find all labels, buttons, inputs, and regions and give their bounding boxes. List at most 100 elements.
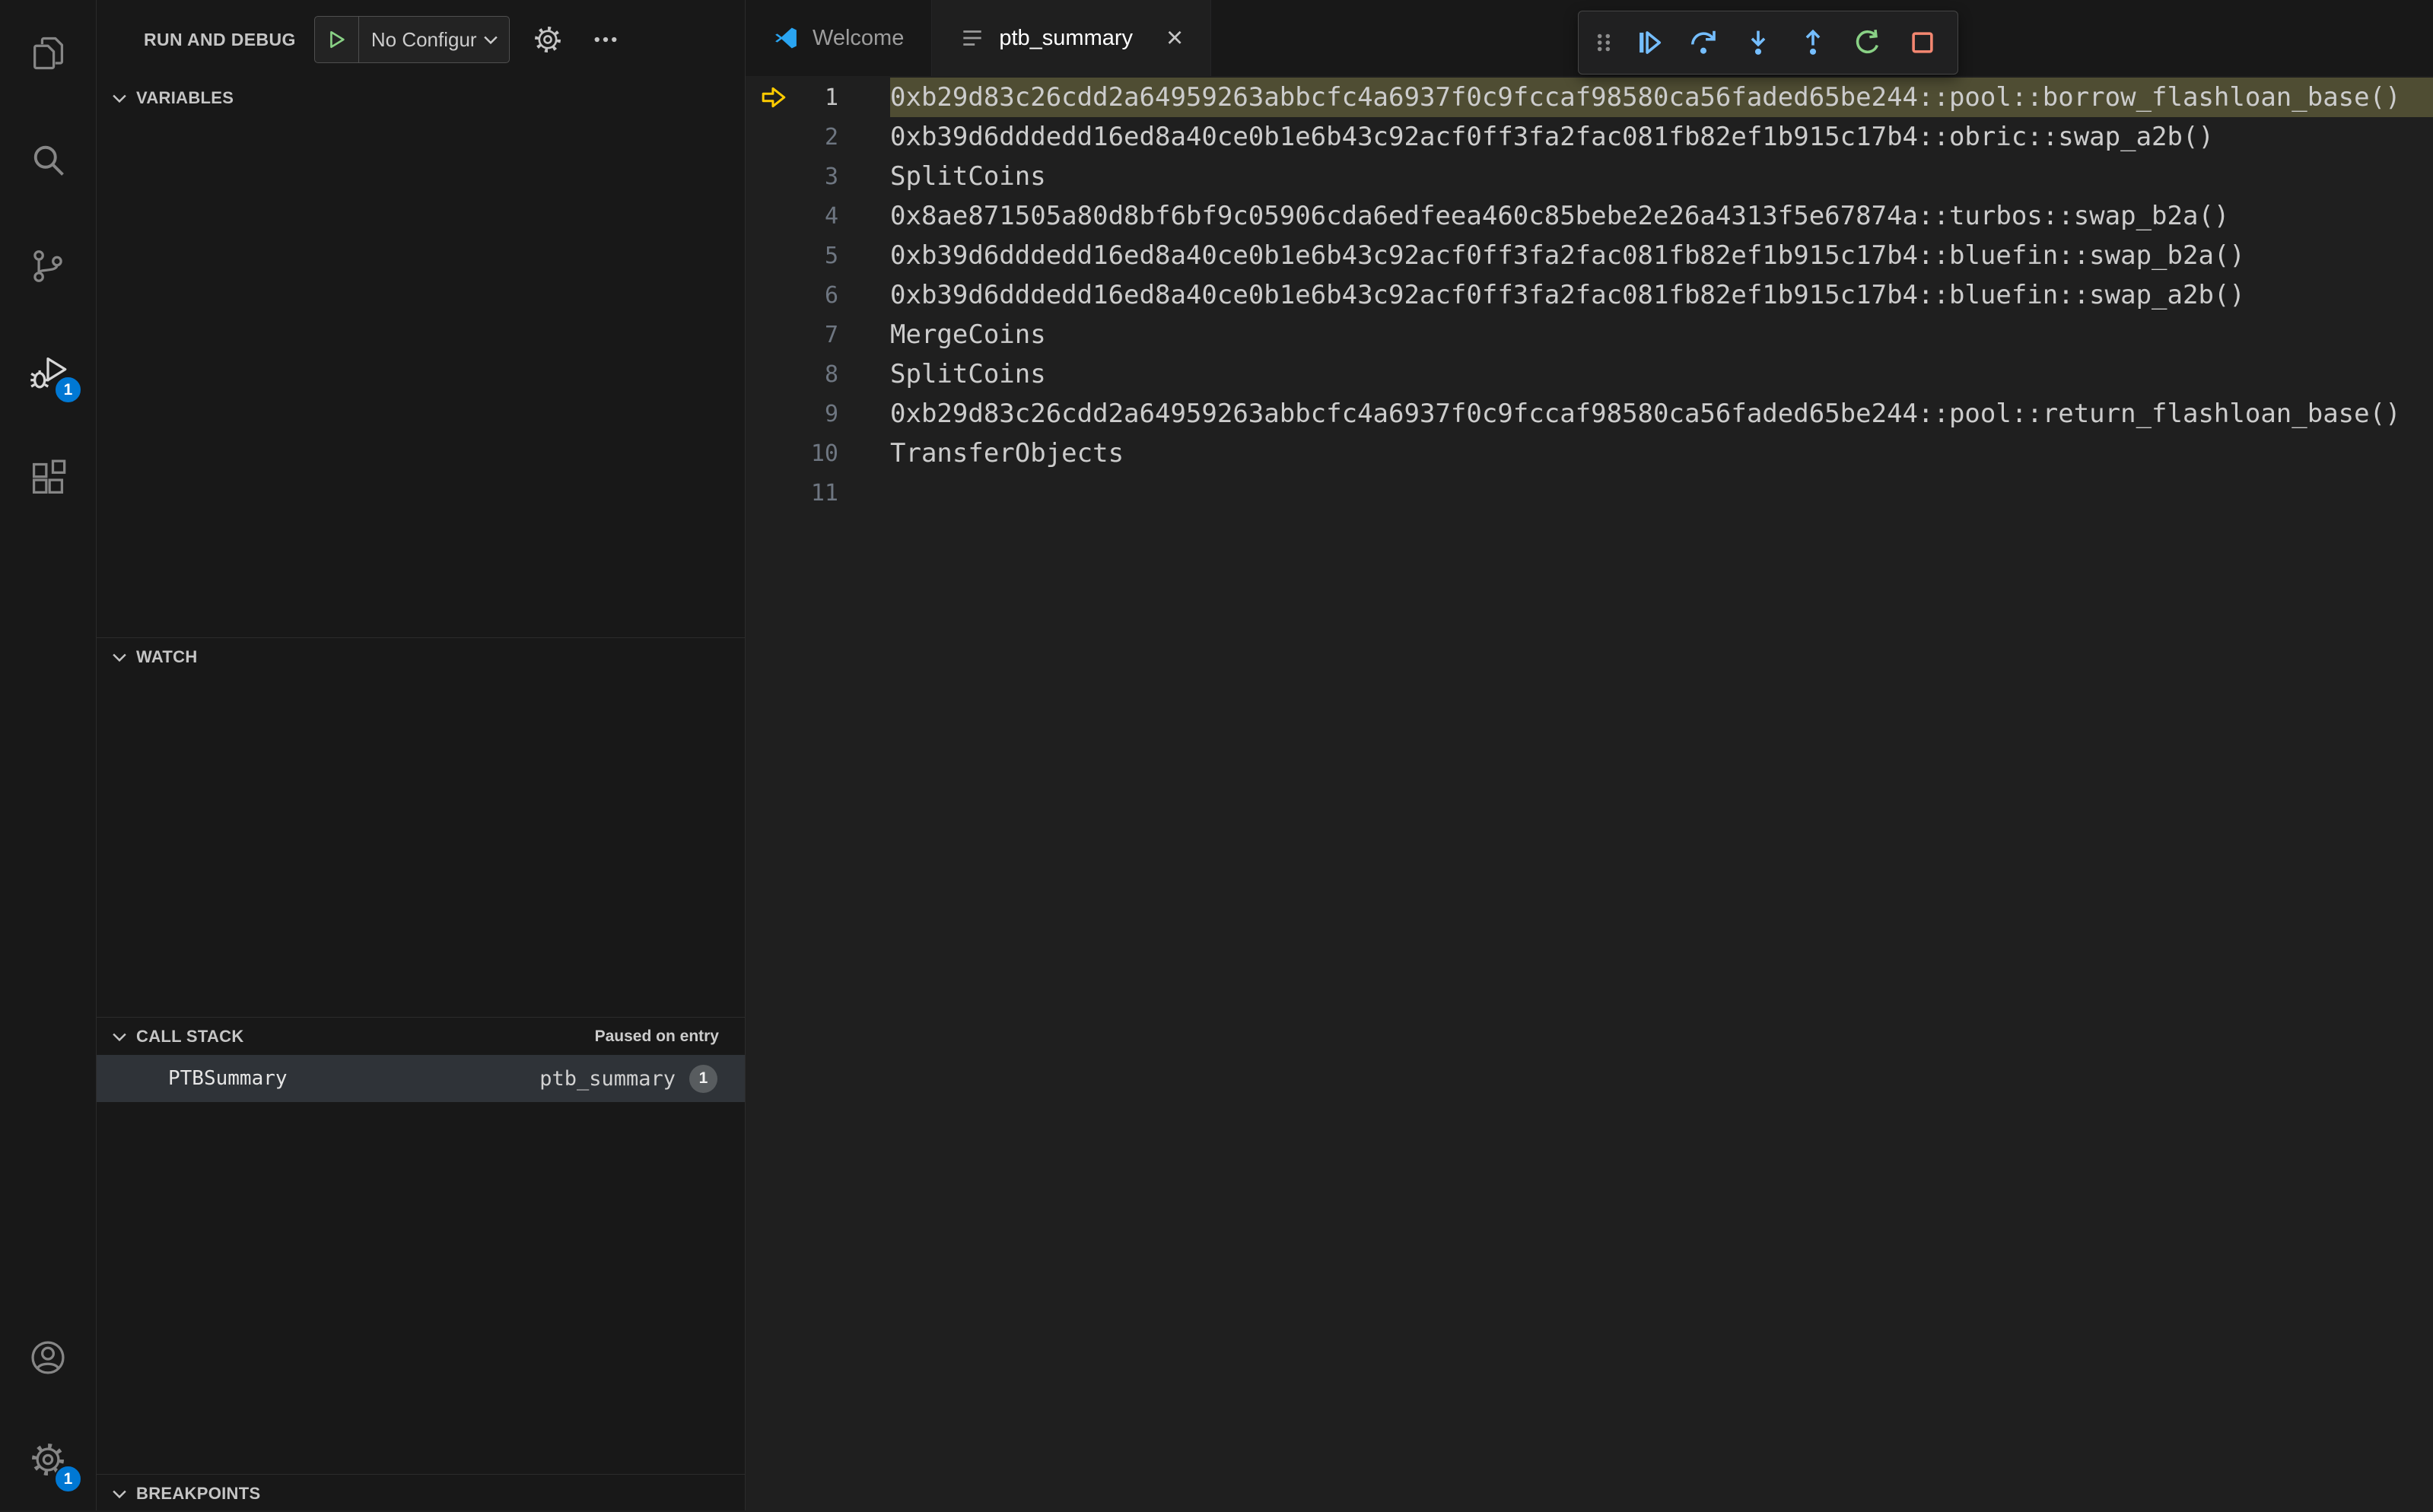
restart-button[interactable] — [1840, 15, 1895, 70]
breakpoint-gutter[interactable] — [746, 117, 788, 157]
run-and-debug-sidebar: RUN AND DEBUG No Configur VARIABLES WATC… — [97, 0, 746, 1510]
line-text: 0x8ae871505a80d8bf6bf9c05906cda6edfeea46… — [890, 201, 2230, 231]
code-editor[interactable]: 1 0xb29d83c26cdd2a64959263abbcfc4a6937f0… — [746, 76, 2433, 1510]
activity-bar: 1 1 — [0, 0, 97, 1510]
toolbar-drag-handle[interactable] — [1586, 15, 1621, 70]
variables-section-label: VARIABLES — [136, 87, 234, 107]
breakpoints-section-header[interactable]: BREAKPOINTS — [97, 1475, 745, 1512]
code-line[interactable]: 6 0xb39d6dddedd16ed8a40ce0b1e6b43c92acf0… — [746, 275, 2433, 315]
code-line[interactable]: 10 TransferObjects — [746, 434, 2433, 473]
sidebar-title: RUN AND DEBUG — [144, 29, 296, 49]
activity-item-accounts[interactable] — [0, 1307, 96, 1409]
activity-item-extensions[interactable] — [0, 426, 96, 532]
code-line[interactable]: 11 — [746, 473, 2433, 513]
files-icon — [33, 37, 64, 70]
line-text: SplitCoins — [890, 359, 1046, 389]
code-line[interactable]: 1 0xb29d83c26cdd2a64959263abbcfc4a6937f0… — [746, 78, 2433, 117]
step-out-button[interactable] — [1786, 15, 1840, 70]
breakpoints-section-label: BREAKPOINTS — [136, 1483, 261, 1503]
manage-badge: 1 — [54, 1465, 82, 1493]
step-over-button[interactable] — [1676, 15, 1731, 70]
source-control-icon — [33, 250, 62, 282]
chevron-down-icon — [109, 1026, 130, 1047]
debug-current-line-arrow-icon — [762, 87, 786, 108]
watch-section-header[interactable]: WATCH — [97, 638, 745, 675]
config-dropdown[interactable]: No Configur — [359, 28, 509, 52]
continue-button[interactable] — [1621, 15, 1676, 70]
stop-button[interactable] — [1895, 15, 1950, 70]
editor-area: Welcome ptb_summary × 1 0xb29d83c26cdd2a… — [746, 0, 2433, 1510]
gear-icon — [534, 27, 561, 52]
code-line[interactable]: 3 SplitCoins — [746, 157, 2433, 196]
line-number: 11 — [810, 479, 838, 507]
line-text: 0xb39d6dddedd16ed8a40ce0b1e6b43c92acf0ff… — [890, 122, 2214, 152]
account-icon — [31, 1341, 65, 1374]
call-stack-section-header[interactable]: CALL STACK Paused on entry — [97, 1018, 745, 1055]
debug-badge: 1 — [54, 376, 82, 404]
line-text: 0xb29d83c26cdd2a64959263abbcfc4a6937f0c9… — [890, 78, 2433, 117]
line-text: 0xb39d6dddedd16ed8a40ce0b1e6b43c92acf0ff… — [890, 240, 2245, 271]
chevron-down-icon — [483, 36, 498, 45]
more-actions-button[interactable] — [586, 20, 625, 59]
step-into-icon — [1751, 30, 1766, 55]
tab-welcome[interactable]: Welcome — [746, 0, 933, 76]
continue-icon — [1639, 31, 1662, 54]
line-text: 0xb29d83c26cdd2a64959263abbcfc4a6937f0c9… — [890, 399, 2401, 429]
stack-frame-badge: 1 — [689, 1064, 717, 1093]
breakpoint-gutter[interactable] — [746, 236, 788, 275]
breakpoint-gutter[interactable] — [746, 473, 788, 513]
activity-item-source-control[interactable] — [0, 213, 96, 319]
breakpoint-gutter[interactable] — [746, 157, 788, 196]
line-text — [890, 473, 2433, 513]
breakpoint-gutter[interactable] — [746, 394, 788, 434]
breakpoint-gutter[interactable] — [746, 275, 788, 315]
vscode-logo-icon — [773, 25, 799, 51]
sidebar-header: RUN AND DEBUG No Configur — [97, 0, 745, 79]
activity-item-search[interactable] — [0, 106, 96, 213]
file-icon — [959, 25, 985, 51]
code-line[interactable]: 2 0xb39d6dddedd16ed8a40ce0b1e6b43c92acf0… — [746, 117, 2433, 157]
stack-frame-row[interactable]: PTBSummary ptb_summary 1 — [97, 1055, 745, 1102]
activity-bar-bottom: 1 — [0, 1307, 96, 1510]
line-number: 3 — [824, 163, 838, 190]
watch-section-label: WATCH — [136, 646, 198, 666]
breakpoint-gutter[interactable] — [746, 434, 788, 473]
line-number: 5 — [824, 242, 838, 269]
chevron-down-icon — [109, 646, 130, 668]
search-icon — [33, 145, 64, 176]
debug-config-control: No Configur — [313, 16, 510, 63]
debug-settings-button[interactable] — [528, 20, 568, 59]
step-into-button[interactable] — [1731, 15, 1786, 70]
code-line[interactable]: 4 0x8ae871505a80d8bf6bf9c05906cda6edfeea… — [746, 196, 2433, 236]
activity-item-run-and-debug[interactable]: 1 — [0, 319, 96, 426]
activity-item-explorer[interactable] — [0, 0, 96, 106]
restart-icon — [1856, 29, 1879, 54]
step-out-icon — [1805, 29, 1821, 55]
breakpoint-gutter[interactable] — [746, 354, 788, 394]
chevron-down-icon — [109, 1483, 130, 1504]
paused-status: Paused on entry — [594, 1027, 719, 1045]
variables-section-header[interactable]: VARIABLES — [97, 79, 745, 116]
line-text: TransferObjects — [890, 438, 1124, 469]
code-line[interactable]: 9 0xb29d83c26cdd2a64959263abbcfc4a6937f0… — [746, 394, 2433, 434]
stack-frame-source: ptb_summary — [539, 1066, 676, 1091]
tab-ptb-summary[interactable]: ptb_summary × — [932, 0, 1212, 76]
code-line[interactable]: 5 0xb39d6dddedd16ed8a40ce0b1e6b43c92acf0… — [746, 236, 2433, 275]
editor-lines: 1 0xb29d83c26cdd2a64959263abbcfc4a6937f0… — [746, 78, 2433, 513]
line-number: 7 — [824, 321, 838, 348]
start-debugging-button[interactable] — [315, 17, 359, 62]
variables-section: VARIABLES — [97, 79, 745, 637]
activity-item-manage[interactable]: 1 — [0, 1409, 96, 1510]
line-number: 9 — [824, 400, 838, 427]
breakpoint-gutter[interactable] — [746, 315, 788, 354]
code-line[interactable]: 8 SplitCoins — [746, 354, 2433, 394]
code-line[interactable]: 7 MergeCoins — [746, 315, 2433, 354]
close-tab-icon[interactable]: × — [1166, 24, 1183, 52]
breakpoint-gutter[interactable] — [746, 78, 788, 117]
breakpoint-gutter[interactable] — [746, 196, 788, 236]
play-icon — [330, 30, 345, 49]
chevron-down-icon — [109, 87, 130, 109]
step-over-icon — [1690, 30, 1716, 54]
gripper-icon — [1597, 33, 1611, 52]
line-text: 0xb39d6dddedd16ed8a40ce0b1e6b43c92acf0ff… — [890, 280, 2245, 310]
